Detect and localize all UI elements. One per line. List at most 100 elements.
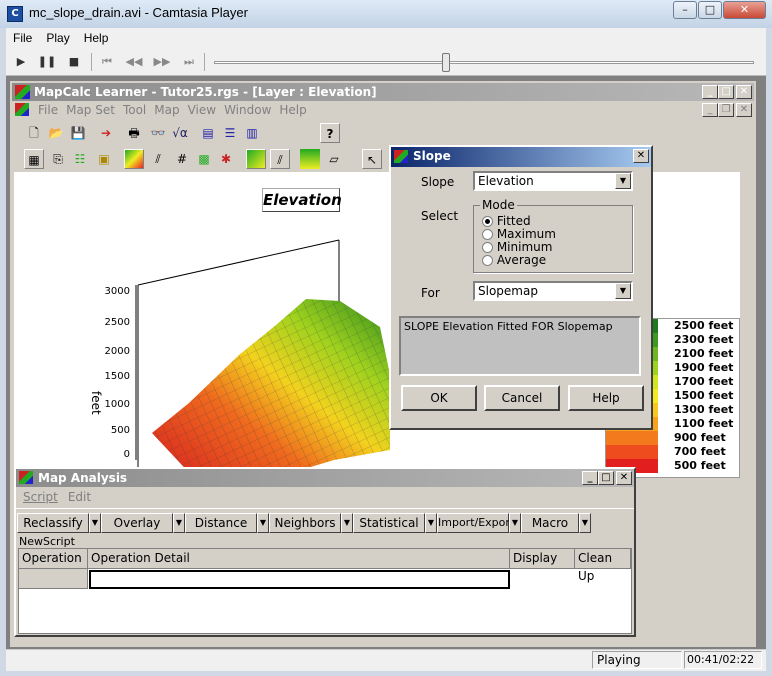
- close-button[interactable]: ✕: [723, 1, 766, 19]
- slope-label: Slope: [421, 175, 455, 189]
- col-display: Display: [510, 549, 575, 569]
- minimize-button[interactable]: –: [673, 1, 697, 19]
- fast-forward-icon[interactable]: ▶▶: [152, 54, 172, 70]
- stop-icon[interactable]: ■: [64, 54, 84, 70]
- y-axis-label: feet: [89, 391, 103, 415]
- reclassify-button[interactable]: Reclassify: [17, 513, 89, 533]
- map-analysis-icon: [19, 471, 33, 484]
- skip-end-icon[interactable]: ⏭: [179, 54, 199, 70]
- find-icon[interactable]: 👓: [148, 123, 168, 143]
- menu-play[interactable]: Play: [39, 28, 76, 48]
- save-icon[interactable]: 💾: [68, 123, 88, 143]
- mc-menu-help[interactable]: Help: [275, 101, 310, 119]
- mc-menu-window[interactable]: Window: [220, 101, 275, 119]
- tile-vertical-icon[interactable]: ▥: [242, 123, 262, 143]
- select-label: Select: [421, 209, 459, 223]
- doc-close-button[interactable]: ✕: [736, 103, 752, 117]
- copy-icon[interactable]: ⎘: [48, 149, 68, 169]
- radio-average[interactable]: [482, 255, 493, 266]
- shade-icon[interactable]: ✱: [216, 149, 236, 169]
- mc-menu-tool[interactable]: Tool: [119, 101, 150, 119]
- separator: [204, 53, 205, 71]
- mode-average[interactable]: Average: [482, 253, 546, 267]
- slope-close-button[interactable]: ✕: [633, 149, 649, 163]
- ma-menu-script[interactable]: Script: [18, 490, 63, 504]
- statistical-button[interactable]: Statistical: [353, 513, 425, 533]
- menu-help[interactable]: Help: [77, 28, 116, 48]
- mc-menu-view[interactable]: View: [184, 101, 220, 119]
- chevron-down-icon[interactable]: ▼: [615, 173, 631, 189]
- calculator-icon[interactable]: √α: [170, 123, 190, 143]
- y-tick: 1000: [105, 399, 130, 410]
- print-icon[interactable]: 🖶: [124, 123, 144, 143]
- chevron-down-icon[interactable]: ▼: [615, 283, 631, 299]
- radio-maximum[interactable]: [482, 229, 493, 240]
- surface-icon[interactable]: [124, 149, 144, 169]
- export-icon[interactable]: ➔: [96, 123, 116, 143]
- mode-maximum[interactable]: Maximum: [482, 227, 556, 241]
- mapcalc-close-button[interactable]: ✕: [736, 85, 752, 99]
- mc-menu-map[interactable]: Map: [150, 101, 183, 119]
- ma-maximize-button[interactable]: □: [598, 471, 614, 485]
- chevron-down-icon[interactable]: ▼: [341, 513, 353, 533]
- slope-select[interactable]: Elevation ▼: [473, 171, 633, 191]
- mapcalc-minimize-button[interactable]: _: [702, 85, 718, 99]
- chevron-down-icon[interactable]: ▼: [579, 513, 591, 533]
- doc-restore-button[interactable]: ❐: [718, 103, 734, 117]
- neighbors-button[interactable]: Neighbors: [269, 513, 341, 533]
- ma-minimize-button[interactable]: _: [582, 471, 598, 485]
- distance-button[interactable]: Distance: [185, 513, 257, 533]
- map-view-icon[interactable]: ▦: [24, 149, 44, 169]
- maximize-button[interactable]: □: [698, 1, 722, 19]
- skip-start-icon[interactable]: ⏮: [97, 54, 117, 70]
- plot-icon[interactable]: [246, 149, 266, 169]
- help-icon[interactable]: ?: [320, 123, 340, 143]
- menu-file[interactable]: File: [6, 28, 39, 48]
- overlay-button[interactable]: Overlay: [101, 513, 173, 533]
- chevron-down-icon[interactable]: ▼: [509, 513, 521, 533]
- radio-fitted[interactable]: [482, 216, 493, 227]
- rewind-icon[interactable]: ◀◀: [124, 54, 144, 70]
- chevron-down-icon[interactable]: ▼: [173, 513, 185, 533]
- chevron-down-icon[interactable]: ▼: [425, 513, 437, 533]
- mc-menu-file[interactable]: File: [34, 101, 62, 119]
- tile-horizontal-icon[interactable]: ☰: [220, 123, 240, 143]
- help-button[interactable]: Help: [568, 385, 644, 411]
- separator: [91, 53, 92, 71]
- lattice-icon[interactable]: ⫽: [148, 149, 168, 169]
- contour-icon[interactable]: [300, 149, 320, 169]
- grid-icon[interactable]: #: [172, 149, 192, 169]
- legend-icon[interactable]: ☷: [70, 149, 90, 169]
- mode-minimum[interactable]: Minimum: [482, 240, 552, 254]
- seek-thumb[interactable]: [442, 53, 451, 72]
- seek-track[interactable]: [214, 61, 754, 64]
- import-export-button[interactable]: Import/Export: [437, 513, 514, 533]
- cascade-icon[interactable]: ▤: [198, 123, 218, 143]
- chevron-down-icon[interactable]: ▼: [89, 513, 101, 533]
- plot-lines-icon[interactable]: ⫽: [270, 149, 290, 169]
- ma-menu-edit[interactable]: Edit: [63, 490, 96, 504]
- pointer-icon[interactable]: ↖: [362, 149, 382, 169]
- mapcalc-maximize-button[interactable]: □: [718, 85, 734, 99]
- grid-color-icon[interactable]: ▩: [194, 149, 214, 169]
- new-icon[interactable]: 🗋: [24, 123, 44, 143]
- cancel-button[interactable]: Cancel: [484, 385, 560, 411]
- mode-group-label: Mode: [480, 198, 517, 212]
- ok-button[interactable]: OK: [401, 385, 477, 411]
- pause-icon[interactable]: ❚❚: [37, 54, 57, 70]
- mode-fitted[interactable]: Fitted: [482, 214, 531, 228]
- for-select[interactable]: Slopemap ▼: [473, 281, 633, 301]
- row-operation-cell[interactable]: [19, 569, 88, 589]
- contour-lines-icon[interactable]: ▱: [324, 149, 344, 169]
- mc-menu-mapset[interactable]: Map Set: [62, 101, 119, 119]
- doc-minimize-button[interactable]: _: [702, 103, 718, 117]
- operation-detail-input[interactable]: [89, 570, 510, 589]
- chevron-down-icon[interactable]: ▼: [257, 513, 269, 533]
- ma-close-button[interactable]: ✕: [616, 471, 632, 485]
- macro-button[interactable]: Macro: [521, 513, 579, 533]
- image-icon[interactable]: ▣: [94, 149, 114, 169]
- play-icon[interactable]: ▶: [11, 54, 31, 70]
- legend-label: 500 feet: [674, 459, 726, 472]
- radio-minimum[interactable]: [482, 242, 493, 253]
- open-icon[interactable]: 📂: [46, 123, 66, 143]
